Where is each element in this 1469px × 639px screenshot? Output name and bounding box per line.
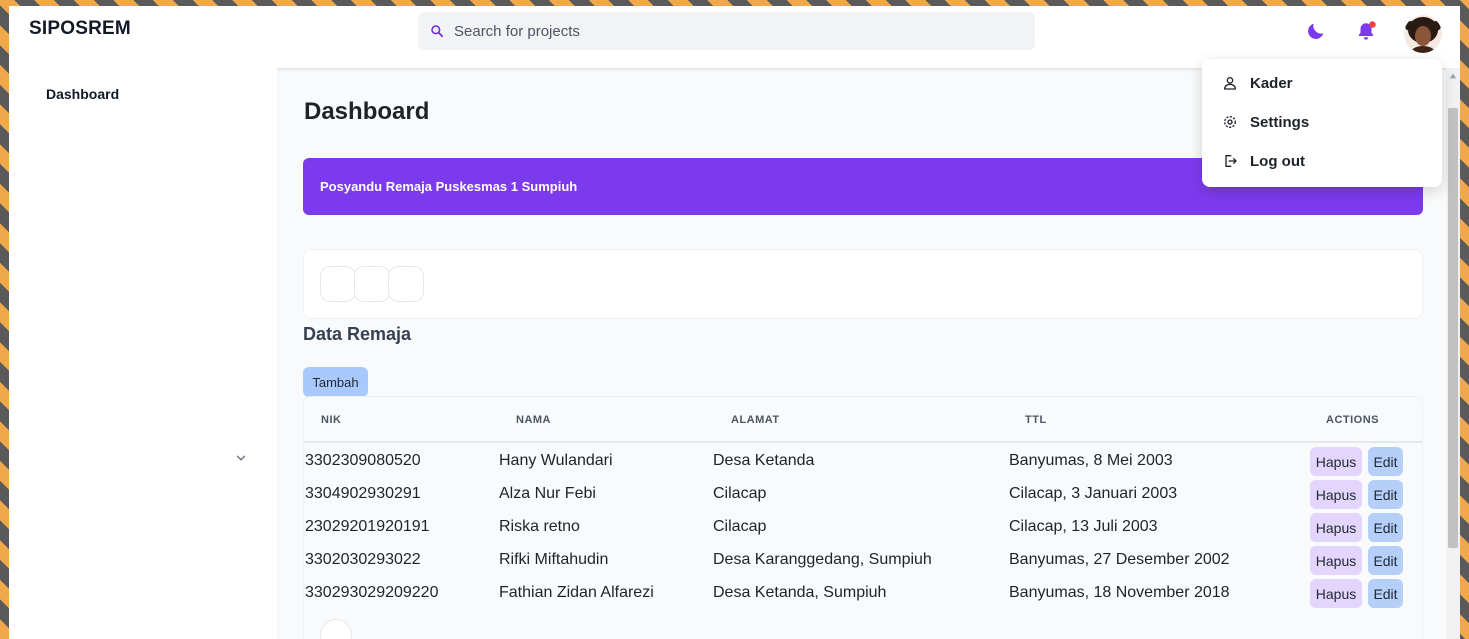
delete-button[interactable]: Hapus: [1310, 546, 1362, 575]
table-row: 330293029209220 Fathian Zidan Alfarezi D…: [304, 577, 1422, 610]
delete-button[interactable]: Hapus: [1310, 447, 1362, 476]
menu-item-logout[interactable]: Log out: [1202, 142, 1442, 180]
data-table: NIK NAMA ALAMAT TTL ACTIONS 330230908052…: [303, 396, 1423, 639]
cell-nik: 330293029209220: [305, 584, 439, 601]
table-row: 23029201920191 Riska retno Cilacap Cilac…: [304, 511, 1422, 544]
table-row: 3302309080520 Hany Wulandari Desa Ketand…: [304, 445, 1422, 478]
cell-nama: Riska retno: [499, 518, 580, 535]
summary-card-item: [354, 266, 390, 302]
add-button[interactable]: Tambah: [303, 367, 368, 397]
cell-ttl: Banyumas, 18 November 2018: [1009, 584, 1230, 601]
cell-nik: 23029201920191: [305, 518, 430, 535]
app-title: SIPOSREM: [29, 18, 131, 39]
edit-button[interactable]: Edit: [1368, 480, 1403, 509]
cell-alamat: Desa Ketanda, Sumpiuh: [713, 584, 887, 601]
user-icon: [1224, 77, 1236, 90]
search-input[interactable]: [454, 22, 1014, 40]
section-title: Data Remaja: [303, 324, 412, 344]
cell-nik: 3302309080520: [305, 452, 421, 469]
edit-button[interactable]: Edit: [1368, 579, 1403, 608]
app-window: SIPOSREM Search for projects Dashboard D…: [9, 6, 1460, 639]
scrollbar-thumb[interactable]: [1448, 108, 1458, 548]
vertical-scrollbar[interactable]: [1446, 68, 1460, 639]
delete-button[interactable]: Hapus: [1310, 480, 1362, 509]
sidebar: Dashboard: [9, 68, 277, 639]
delete-button[interactable]: Hapus: [1310, 579, 1362, 608]
pagination-button[interactable]: [320, 619, 352, 639]
cell-alamat: Desa Ketanda: [713, 452, 815, 469]
cell-nik: 3304902930291: [305, 485, 421, 502]
edit-button[interactable]: Edit: [1368, 447, 1403, 476]
table-header: NIK NAMA ALAMAT TTL ACTIONS: [304, 397, 1422, 443]
delete-button[interactable]: Hapus: [1310, 513, 1362, 542]
column-header-actions: ACTIONS: [1326, 414, 1379, 426]
menu-item-settings[interactable]: Settings: [1202, 103, 1442, 141]
search-bar[interactable]: [418, 12, 1035, 50]
edit-button[interactable]: Edit: [1368, 546, 1403, 575]
table-row: 3302030293022 Rifki Miftahudin Desa Kara…: [304, 544, 1422, 577]
summary-card: [303, 249, 1423, 319]
column-header-ttl: TTL: [1025, 414, 1047, 426]
cell-ttl: Banyumas, 8 Mei 2003: [1009, 452, 1173, 469]
cell-nama: Hany Wulandari: [499, 452, 613, 469]
banner-text: Posyandu Remaja Puskesmas 1 Sumpiuh: [320, 179, 578, 194]
cell-nama: Fathian Zidan Alfarezi: [499, 584, 654, 601]
chevron-down-icon[interactable]: [234, 451, 248, 465]
gear-icon: [1224, 116, 1236, 128]
menu-item-label: Log out: [1250, 152, 1305, 170]
avatar-image: [1404, 15, 1442, 53]
search-icon: [431, 25, 444, 38]
cell-nik: 3302030293022: [305, 551, 421, 568]
table-row: 3304902930291 Alza Nur Febi Cilacap Cila…: [304, 478, 1422, 511]
column-header-nik: NIK: [321, 414, 342, 426]
cell-alamat: Cilacap: [713, 485, 767, 502]
moon-icon[interactable]: [1305, 20, 1327, 42]
menu-item-kader[interactable]: Kader: [1202, 64, 1442, 102]
notification-dot: [1369, 21, 1376, 28]
cell-nama: Alza Nur Febi: [499, 485, 596, 502]
sidebar-item-dashboard[interactable]: Dashboard: [46, 86, 119, 102]
cell-ttl: Cilacap, 13 Juli 2003: [1009, 518, 1158, 535]
summary-card-item: [388, 266, 424, 302]
cell-ttl: Cilacap, 3 Januari 2003: [1009, 485, 1178, 502]
cell-ttl: Banyumas, 27 Desember 2002: [1009, 551, 1230, 568]
column-header-nama: NAMA: [516, 414, 551, 426]
scroll-up-arrow-icon[interactable]: [1449, 72, 1457, 80]
page-title: Dashboard: [304, 98, 430, 125]
logout-icon: [1225, 155, 1237, 167]
cell-nama: Rifki Miftahudin: [499, 551, 609, 568]
column-header-alamat: ALAMAT: [731, 414, 780, 426]
cell-alamat: Desa Karanggedang, Sumpiuh: [713, 551, 932, 568]
avatar[interactable]: [1404, 15, 1442, 53]
summary-card-item: [320, 266, 356, 302]
cell-alamat: Cilacap: [713, 518, 767, 535]
edit-button[interactable]: Edit: [1368, 513, 1403, 542]
user-dropdown-menu: Kader Settings Log out: [1202, 59, 1442, 187]
bell-icon[interactable]: [1355, 20, 1377, 42]
menu-item-label: Settings: [1250, 113, 1310, 131]
menu-item-label: Kader: [1250, 74, 1293, 92]
